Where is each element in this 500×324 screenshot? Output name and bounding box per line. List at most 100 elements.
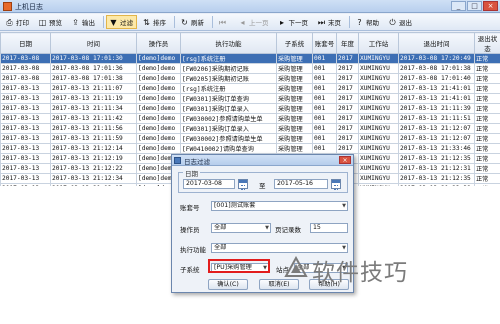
table-row[interactable]: 2017-03-08 2017-03-08 17:01:36 [demo]demo[… (0, 63, 500, 74)
table-cell: [demo]demo (136, 113, 181, 124)
table-cell: 001 (312, 53, 337, 64)
last-icon: ⏭ (317, 17, 326, 27)
column-header[interactable]: 执行功能 (180, 32, 277, 54)
toolbar-printer-button[interactable]: ⎙ 打印 (2, 15, 33, 29)
chevron-down-icon: ▼ (342, 203, 346, 209)
table-cell: 采购管理 (276, 123, 313, 134)
filter-icon: ▼ (110, 17, 117, 27)
minimize-button[interactable]: _ (451, 1, 466, 11)
toolbar-last-button[interactable]: ⏭ 末页 (314, 15, 345, 29)
table-cell: 001 (312, 73, 337, 84)
dialog-close-button[interactable]: × (339, 156, 351, 164)
table-row[interactable]: 2017-03-08 2017-03-08 17:01:30 [demo]demo[… (0, 53, 500, 64)
function-label: 执行功能 (180, 246, 206, 254)
first-icon: ⏮ (218, 17, 227, 27)
table-cell: 正常 (474, 73, 500, 84)
column-header[interactable]: 日期 (0, 32, 51, 54)
sort-icon: ⇅ (143, 17, 150, 27)
toolbar-separator (174, 16, 175, 28)
table-row[interactable]: 2017-03-13 2017-03-13 21:12:14 [demo]demo[… (0, 143, 500, 154)
table-cell: 001 (312, 63, 337, 74)
operator-label: 操作员 (180, 226, 200, 234)
ok-button[interactable]: 确认(C) (208, 279, 248, 290)
table-cell: 2017-03-13 21:11:56 (50, 123, 137, 134)
toolbar-label: 退出 (399, 19, 412, 27)
toolbar-refresh-button[interactable]: ↻ 刷新 (177, 15, 208, 29)
table-cell: 2017 (336, 113, 359, 124)
table-row[interactable]: 2017-03-08 2017-03-08 17:01:38 [demo]demo[… (0, 73, 500, 84)
dialog-title: 日志过滤 (184, 158, 210, 166)
table-cell: [FW0301]采购订单录入 (180, 103, 277, 114)
table-cell: XUMINGYU (358, 163, 399, 174)
table-cell: 正常 (474, 113, 500, 124)
table-row[interactable]: 2017-03-13 2017-03-13 21:11:42 [demo]demo[… (0, 113, 500, 124)
toolbar-separator (103, 16, 104, 28)
toolbar-exit-button[interactable]: ⏻ 退出 (385, 15, 416, 29)
date-to-calendar-icon[interactable] (331, 179, 341, 190)
table-row[interactable]: 2017-03-13 2017-03-13 21:11:19 [demo]demo[… (0, 93, 500, 104)
toolbar-first-button[interactable]: ⏮ (215, 15, 233, 29)
table-cell: 2017-03-08 17:01:36 (50, 63, 137, 74)
date-to-input[interactable]: 2017-05-16 (274, 179, 328, 189)
column-header[interactable]: 退出状态 (474, 32, 500, 54)
table-cell: [demo]demo (136, 53, 181, 64)
toolbar-label: 末页 (328, 19, 341, 27)
toolbar-export-button[interactable]: ⇪ 输出 (68, 15, 99, 29)
account-label: 账套号 (180, 204, 200, 212)
table-cell: [FW0301]采购订单查询 (180, 93, 277, 104)
column-header[interactable]: 操作员 (136, 32, 181, 54)
table-cell: [rsg]系统注册 (180, 53, 277, 64)
table-cell: [FW0205]采购期初记账 (180, 73, 277, 84)
close-button[interactable]: × (483, 1, 498, 11)
table-row[interactable]: 2017-03-13 2017-03-13 21:11:56 [demo]demo[… (0, 123, 500, 134)
toolbar-label: 输出 (82, 19, 95, 27)
table-row[interactable]: 2017-03-13 2017-03-13 21:11:59 [demo]demo[… (0, 133, 500, 144)
page-count-input[interactable]: 15 (310, 223, 348, 233)
table-cell: 2017-03-08 (0, 63, 51, 74)
toolbar-help-button[interactable]: ? 帮助 (352, 15, 383, 29)
title-bar: 上机日志 _ □ × (0, 0, 500, 13)
toolbar-sort-button[interactable]: ⇅ 排序 (139, 15, 170, 29)
maximize-button[interactable]: □ (467, 1, 482, 11)
table-cell: [FW0206]采购期初记账 (180, 63, 277, 74)
table-cell: 2017 (336, 143, 359, 154)
table-cell: 2017 (336, 73, 359, 84)
toolbar-prev-button[interactable]: ◂ 上一页 (235, 15, 273, 29)
toolbar-preview-button[interactable]: ◫ 预览 (35, 15, 66, 29)
table-row[interactable]: 2017-03-13 2017-03-13 21:11:34 [demo]demo[… (0, 103, 500, 114)
table-cell: 2017-03-13 21:12:07 (398, 123, 475, 134)
column-header[interactable]: 子系统 (276, 32, 313, 54)
table-cell: 2017-03-08 17:01:40 (398, 73, 475, 84)
date-from-calendar-icon[interactable] (238, 179, 248, 190)
date-from-input[interactable]: 2017-03-08 (183, 179, 235, 189)
table-cell: 001 (312, 123, 337, 134)
table-cell: [FW030002]参照请购单生单 (180, 133, 277, 144)
column-header[interactable]: 退出时间 (398, 32, 475, 54)
function-select[interactable]: 全部 ▼ (211, 243, 348, 253)
table-cell: 2017-03-13 21:11:07 (50, 83, 137, 94)
toolbar-filter-button[interactable]: ▼ 过滤 (106, 15, 137, 29)
table-cell: 2017-03-13 21:11:19 (50, 93, 137, 104)
account-value: [001]测试账套 (214, 202, 256, 209)
column-header[interactable]: 账套号 (312, 32, 337, 54)
table-row[interactable]: 2017-03-13 2017-03-13 21:11:07 [demo]demo[… (0, 83, 500, 94)
table-cell: 2017-03-13 21:41:01 (398, 93, 475, 104)
operator-select[interactable]: 全部 ▼ (211, 223, 271, 233)
table-cell: 2017-03-13 (0, 93, 51, 104)
chevron-down-icon: ▼ (342, 245, 346, 251)
table-cell: 2017 (336, 103, 359, 114)
table-cell: [demo]demo (136, 123, 181, 134)
table-cell: 采购管理 (276, 53, 313, 64)
toolbar-next-button[interactable]: ▸ 下一页 (275, 15, 313, 29)
table-cell: 采购管理 (276, 73, 313, 84)
table-cell: 2017-03-13 (0, 83, 51, 94)
account-select[interactable]: [001]测试账套 ▼ (211, 201, 348, 211)
column-header[interactable]: 时间 (50, 32, 137, 54)
column-header[interactable]: 工作站 (358, 32, 399, 54)
column-header[interactable]: 年度 (336, 32, 359, 54)
table-cell: 2017-03-08 (0, 53, 51, 64)
table-cell: 2017-03-13 (0, 133, 51, 144)
table-cell: 正常 (474, 93, 500, 104)
table-cell: XUMINGYU (358, 133, 399, 144)
cancel-button[interactable]: 取消(E) (259, 279, 299, 290)
